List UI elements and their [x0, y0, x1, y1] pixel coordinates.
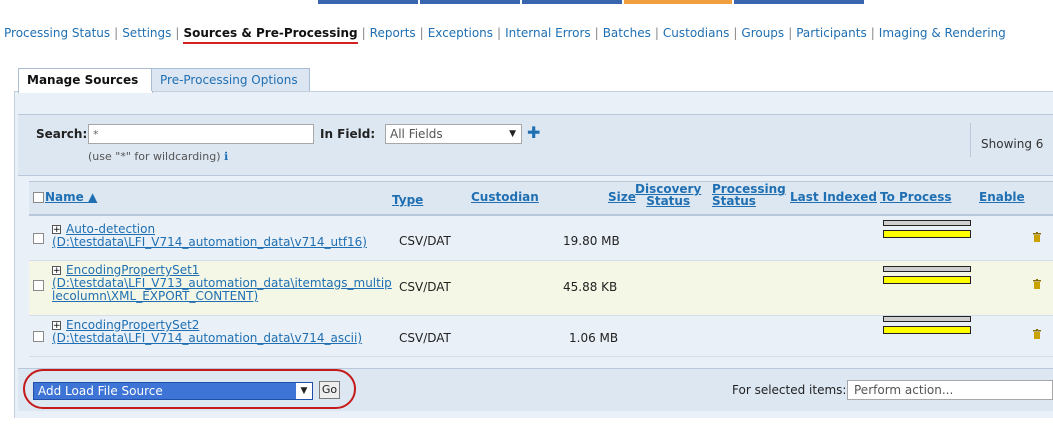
nav-separator: |: [175, 26, 180, 40]
source-name-link[interactable]: EncodingPropertySet1 (D:\testdata\LFI_V71…: [52, 264, 406, 303]
column-custodian[interactable]: Custodian: [471, 190, 539, 204]
nav-imaging-rendering[interactable]: Imaging & Rendering: [879, 26, 1006, 40]
showing-count: Showing 6: [981, 137, 1044, 151]
add-criteria-icon[interactable]: ✚: [527, 125, 541, 141]
source-name-link[interactable]: EncodingPropertySet2 (D:\testdata\LFI_V71…: [52, 319, 376, 345]
search-input[interactable]: [88, 124, 314, 144]
dropdown-arrow-icon: ▼: [509, 129, 516, 139]
row-checkbox[interactable]: [33, 331, 44, 342]
source-type: CSV/DAT: [399, 234, 451, 248]
row-checkbox[interactable]: [33, 280, 44, 291]
nav-internal-errors[interactable]: Internal Errors: [505, 26, 591, 40]
expand-icon[interactable]: +: [52, 266, 61, 276]
trash-icon[interactable]: [1033, 329, 1041, 339]
nav-sources-preprocessing[interactable]: Sources & Pre-Processing: [183, 26, 358, 44]
column-to-process[interactable]: To Process: [880, 190, 952, 204]
nav-separator: |: [733, 26, 738, 40]
to-process-bar-track: [883, 220, 971, 226]
column-processing-status[interactable]: Processing Status: [712, 183, 786, 207]
tab-preprocessing-options[interactable]: Pre-Processing Options: [151, 68, 310, 91]
to-process-bar: [883, 230, 971, 238]
column-enabled[interactable]: Enable: [979, 190, 1025, 204]
nav-separator: |: [654, 26, 659, 40]
column-name[interactable]: Name ▲: [45, 190, 97, 204]
source-name-link[interactable]: Auto-detection (D:\testdata\LFI_V714_auto…: [52, 223, 381, 249]
nav-reports[interactable]: Reports: [370, 26, 416, 40]
trash-icon[interactable]: [1033, 279, 1041, 289]
trash-icon[interactable]: [1033, 232, 1041, 242]
nav-separator: |: [114, 26, 119, 40]
column-type[interactable]: Type: [392, 193, 423, 207]
search-hint: (use "*" for wildcarding) ℹ: [88, 150, 229, 163]
main-nav: Processing Status | Settings | Sources & Pre…: [4, 26, 1006, 44]
to-process-bar: [883, 326, 971, 334]
strip-segment: [420, 0, 520, 4]
strip-segment: [318, 0, 418, 4]
column-size[interactable]: Size: [608, 190, 636, 204]
nav-separator: |: [497, 26, 502, 40]
expand-icon[interactable]: +: [52, 225, 61, 235]
expand-icon[interactable]: +: [52, 321, 61, 331]
strip-segment: [624, 0, 732, 4]
nav-separator: |: [594, 26, 599, 40]
source-type: CSV/DAT: [399, 331, 451, 345]
nav-separator: |: [870, 26, 875, 40]
column-discovery-status[interactable]: Discovery Status: [635, 183, 701, 207]
to-process-bar: [883, 276, 971, 284]
perform-action-select[interactable]: Perform action...: [847, 380, 1053, 400]
nav-batches[interactable]: Batches: [603, 26, 651, 40]
select-all-checkbox[interactable]: [33, 192, 44, 203]
nav-participants[interactable]: Participants: [796, 26, 867, 40]
nav-separator: |: [788, 26, 793, 40]
highlight-annotation: [23, 369, 356, 409]
to-process-bar-track: [883, 316, 971, 322]
top-strip: [0, 0, 1053, 10]
search-label: Search:: [36, 127, 88, 141]
divider: [970, 123, 971, 157]
in-field-label: In Field:: [320, 127, 376, 141]
nav-custodians[interactable]: Custodians: [663, 26, 729, 40]
field-select[interactable]: All Fields ▼: [385, 124, 522, 144]
strip-segment: [522, 0, 622, 4]
row-checkbox[interactable]: [33, 233, 44, 244]
nav-exceptions[interactable]: Exceptions: [428, 26, 493, 40]
nav-processing-status[interactable]: Processing Status: [4, 26, 110, 40]
source-size: 19.80 MB: [563, 234, 620, 248]
source-size: 45.88 KB: [563, 280, 618, 294]
to-process-bar-track: [883, 266, 971, 272]
nav-separator: |: [419, 26, 424, 40]
source-size: 1.06 MB: [569, 331, 619, 345]
help-icon[interactable]: ℹ: [224, 150, 228, 163]
source-type: CSV/DAT: [399, 280, 451, 294]
nav-groups[interactable]: Groups: [741, 26, 784, 40]
nav-separator: |: [361, 26, 366, 40]
strip-segment: [734, 0, 864, 4]
column-last-indexed[interactable]: Last Indexed: [790, 190, 877, 204]
tab-manage-sources[interactable]: Manage Sources: [18, 68, 153, 93]
nav-settings[interactable]: Settings: [122, 26, 171, 40]
field-select-value: All Fields: [390, 127, 443, 141]
selected-items-label: For selected items:: [732, 383, 847, 397]
